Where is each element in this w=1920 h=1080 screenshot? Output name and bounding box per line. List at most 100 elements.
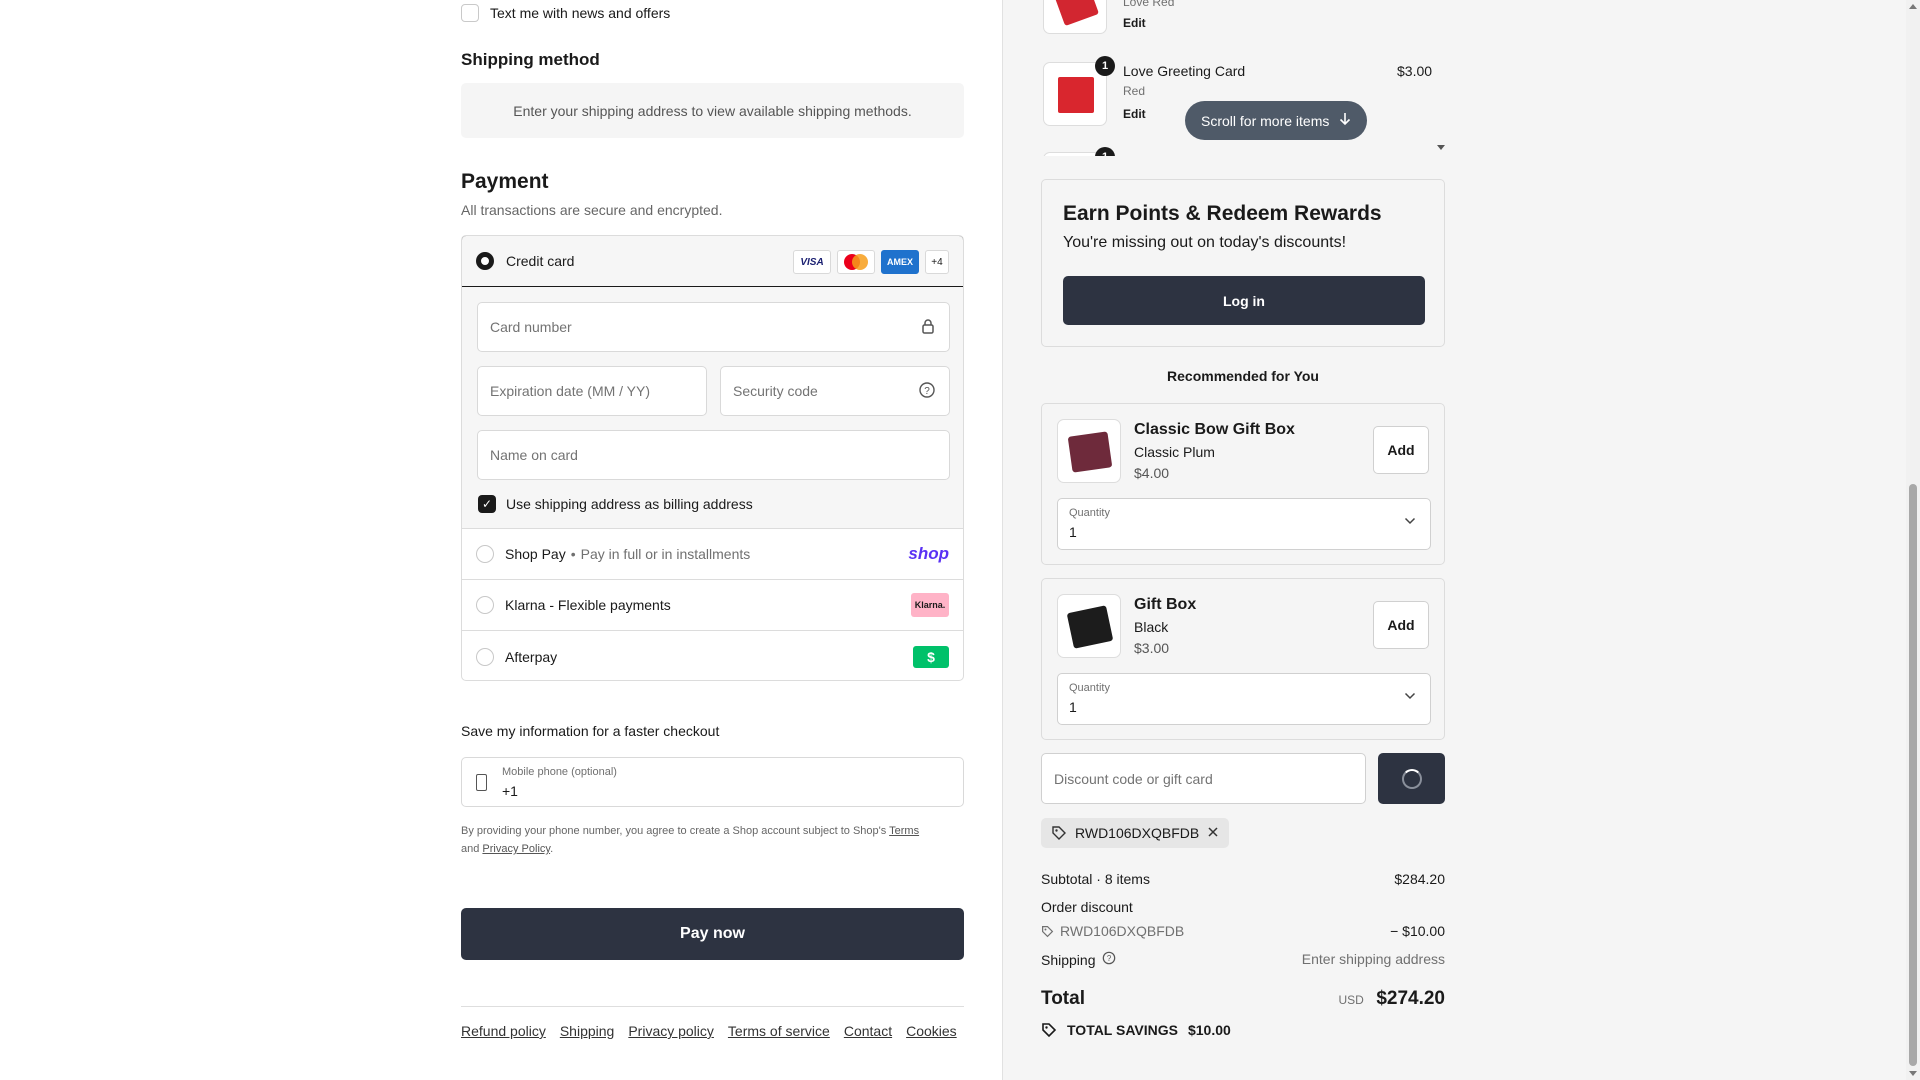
help-icon[interactable]: ? bbox=[919, 382, 935, 401]
legal-period: . bbox=[550, 843, 554, 855]
scroll-more-button[interactable]: Scroll for more items bbox=[1185, 101, 1368, 140]
remove-discount-icon[interactable] bbox=[1207, 825, 1219, 841]
recommended-thumbnail bbox=[1057, 419, 1121, 483]
klarna-logo: Klarna. bbox=[911, 593, 949, 617]
svg-text:?: ? bbox=[924, 386, 930, 397]
discount-code-input[interactable]: Discount code or gift card bbox=[1041, 753, 1366, 804]
total-value: $274.20 bbox=[1376, 988, 1445, 1009]
recommended-price: $3.00 bbox=[1134, 640, 1170, 656]
visa-icon: VISA bbox=[793, 250, 831, 274]
mobile-phone-field[interactable]: Mobile phone (optional) +1 bbox=[461, 757, 964, 807]
shop-pay-radio[interactable] bbox=[476, 545, 494, 563]
shop-pay-sub: Pay in full or in installments bbox=[580, 546, 751, 562]
apply-discount-button[interactable] bbox=[1378, 753, 1445, 804]
afterpay-option[interactable]: Afterpay $ bbox=[462, 631, 963, 680]
phone-value: +1 bbox=[502, 783, 518, 799]
discount-code-text: RWD106DXQBFDB bbox=[1060, 923, 1185, 939]
footer-divider bbox=[461, 1006, 964, 1007]
credit-card-label: Credit card bbox=[506, 253, 575, 269]
item-quantity-badge: 1 bbox=[1095, 56, 1115, 76]
savings-value: $10.00 bbox=[1187, 1022, 1231, 1038]
order-discount-row: Order discount bbox=[1041, 899, 1445, 915]
total-row: Total USD $274.20 bbox=[1041, 988, 1445, 1010]
arrow-down-icon bbox=[1339, 112, 1351, 129]
chevron-down-icon bbox=[1404, 689, 1416, 703]
recommended-price: $4.00 bbox=[1134, 465, 1170, 481]
pay-now-button[interactable]: Pay now bbox=[461, 908, 964, 960]
shipping-link[interactable]: Shipping bbox=[560, 1023, 615, 1039]
item-price: $3.00 bbox=[1397, 63, 1433, 79]
tag-icon bbox=[1042, 925, 1054, 937]
sms-label: Text me with news and offers bbox=[490, 5, 671, 21]
list-scroll-arrow-icon[interactable] bbox=[1437, 145, 1445, 150]
item-name: Love Greeting Card bbox=[1123, 63, 1246, 79]
rewards-subtitle: You're missing out on today's discounts! bbox=[1063, 234, 1347, 251]
billing-same-label: Use shipping address as billing address bbox=[506, 496, 753, 512]
rewards-card: Earn Points & Redeem Rewards You're miss… bbox=[1041, 179, 1445, 347]
phone-icon bbox=[476, 774, 487, 791]
total-savings: TOTAL SAVINGS $10.00 bbox=[1041, 1022, 1231, 1038]
lock-icon bbox=[921, 318, 935, 337]
check-icon[interactable]: ✓ bbox=[478, 495, 496, 513]
sms-checkbox[interactable] bbox=[461, 4, 479, 22]
scrollbar-thumb[interactable] bbox=[1909, 484, 1917, 1066]
order-items-list[interactable]: Love Red Edit 1 Love Greeting Card Red E… bbox=[1041, 0, 1451, 156]
afterpay-radio[interactable] bbox=[476, 647, 494, 666]
loading-spinner-icon bbox=[1402, 769, 1422, 789]
name-on-card-field[interactable]: Name on card bbox=[477, 430, 950, 480]
item-thumbnail bbox=[1043, 0, 1107, 34]
recommended-name: Classic Bow Gift Box bbox=[1134, 421, 1295, 438]
discount-code-row: RWD106DXQBFDB − $10.00 bbox=[1041, 923, 1445, 939]
sms-opt-in[interactable]: Text me with news and offers bbox=[461, 3, 670, 23]
shop-pay-logo: shop bbox=[908, 544, 949, 563]
subtotal-row: Subtotal · 8 items $284.20 bbox=[1041, 871, 1445, 887]
security-code-field[interactable]: Security code ? bbox=[720, 366, 950, 416]
scroll-up-icon[interactable] bbox=[1909, 4, 1917, 9]
item-quantity-badge: 1 bbox=[1095, 147, 1115, 156]
shop-pay-option[interactable]: Shop Pay • Pay in full or in installment… bbox=[462, 529, 963, 580]
item-edit-link[interactable]: Edit bbox=[1123, 107, 1146, 121]
credit-card-option[interactable]: Credit card VISA AMEX +4 bbox=[462, 236, 963, 287]
quantity-value: 1 bbox=[1069, 699, 1077, 715]
rewards-login-button[interactable]: Log in bbox=[1063, 276, 1425, 325]
shipping-label: Shipping bbox=[1041, 951, 1096, 968]
expiration-field[interactable]: Expiration date (MM / YY) bbox=[477, 366, 707, 416]
privacy-link[interactable]: Privacy Policy bbox=[482, 843, 550, 855]
scroll-down-icon[interactable] bbox=[1909, 1071, 1917, 1076]
savings-label: TOTAL SAVINGS bbox=[1067, 1022, 1178, 1038]
quantity-select[interactable]: Quantity 1 bbox=[1057, 498, 1431, 550]
bullet-separator: • bbox=[570, 546, 576, 562]
terms-link[interactable]: Terms bbox=[889, 825, 919, 837]
klarna-radio[interactable] bbox=[476, 596, 494, 614]
checkout-form: Text me with news and offers Shipping me… bbox=[0, 0, 1002, 1080]
credit-card-radio[interactable] bbox=[476, 252, 494, 270]
cookies-link[interactable]: Cookies bbox=[906, 1023, 957, 1039]
card-brands: VISA AMEX +4 bbox=[793, 250, 949, 274]
applied-discount-chip: RWD106DXQBFDB bbox=[1041, 818, 1230, 848]
klarna-option[interactable]: Klarna - Flexible payments Klarna. bbox=[462, 580, 963, 631]
card-number-field[interactable]: Card number bbox=[477, 302, 950, 352]
tag-icon bbox=[1052, 826, 1066, 840]
quantity-select[interactable]: Quantity 1 bbox=[1057, 673, 1431, 725]
tag-icon bbox=[1042, 1023, 1057, 1038]
shipping-row: Shipping ? Enter shipping address bbox=[1041, 951, 1445, 968]
scroll-more-label: Scroll for more items bbox=[1201, 112, 1330, 129]
billing-same-option[interactable]: ✓ Use shipping address as billing addres… bbox=[478, 495, 753, 513]
chevron-down-icon bbox=[1404, 514, 1416, 528]
card-number-placeholder: Card number bbox=[490, 319, 572, 335]
recommended-variant: Black bbox=[1134, 619, 1169, 635]
privacy-policy-link[interactable]: Privacy policy bbox=[628, 1023, 714, 1039]
contact-link[interactable]: Contact bbox=[844, 1023, 892, 1039]
recommended-name: Gift Box bbox=[1134, 596, 1197, 613]
terms-of-service-link[interactable]: Terms of service bbox=[728, 1023, 830, 1039]
add-button[interactable]: Add bbox=[1373, 426, 1429, 474]
page-scrollbar[interactable] bbox=[1906, 0, 1920, 1080]
recommended-item: Classic Bow Gift Box Classic Plum $4.00 … bbox=[1041, 403, 1445, 565]
mastercard-icon bbox=[837, 250, 875, 274]
discount-placeholder: Discount code or gift card bbox=[1054, 770, 1213, 787]
save-info-title: Save my information for a faster checkou… bbox=[461, 723, 720, 739]
refund-policy-link[interactable]: Refund policy bbox=[461, 1023, 546, 1039]
help-icon[interactable]: ? bbox=[1102, 951, 1116, 968]
item-edit-link[interactable]: Edit bbox=[1123, 16, 1146, 30]
add-button[interactable]: Add bbox=[1373, 601, 1429, 649]
